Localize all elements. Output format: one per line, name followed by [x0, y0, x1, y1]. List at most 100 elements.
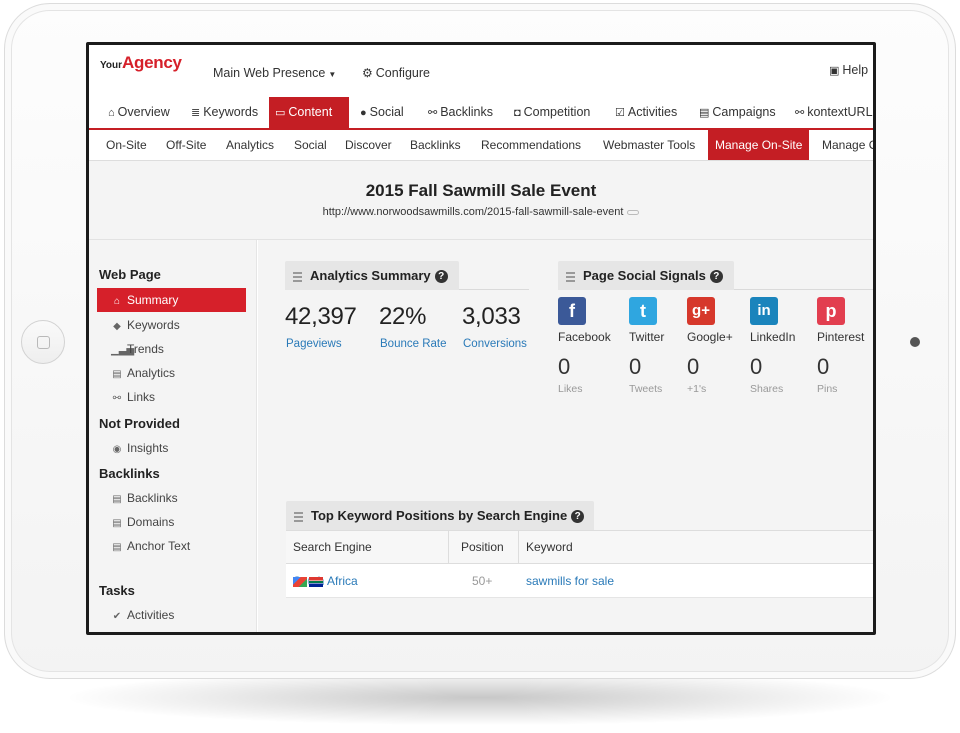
bounce-rate-label[interactable]: Bounce Rate — [380, 338, 447, 350]
help-circle-icon[interactable]: ? — [571, 510, 585, 524]
nav-overview[interactable]: ⌂ Overview — [102, 97, 176, 128]
social-count: 0 — [750, 354, 763, 379]
bounce-rate-value: 22% — [379, 303, 427, 330]
configure-button[interactable]: ⚙ Configure — [362, 66, 430, 80]
column-keyword[interactable]: Keyword — [526, 531, 573, 564]
panel-divider — [459, 289, 529, 290]
sidebar-item-summary[interactable]: ⌂ Summary — [97, 288, 246, 312]
help-button[interactable]: ▣ Help — [829, 63, 868, 77]
table-icon: ▤ — [112, 542, 122, 553]
table-icon: ▤ — [112, 518, 122, 529]
nav-label: Keywords — [203, 105, 259, 119]
column-search-engine[interactable]: Search Engine — [293, 531, 372, 564]
column-position[interactable]: Position — [461, 531, 504, 564]
subnav-backlinks[interactable]: Backlinks — [403, 130, 468, 160]
shield-icon: ◘ — [514, 107, 521, 119]
sidebar-item-keywords[interactable]: ◆ Keywords — [111, 318, 180, 332]
nav-backlinks[interactable]: ⚯ Backlinks — [422, 97, 499, 128]
nav-content[interactable]: ▭ Content — [269, 97, 349, 128]
subnav-webmaster-tools[interactable]: Webmaster Tools — [596, 130, 702, 160]
keyword-positions-table: Search Engine Position Keyword South Afr… — [286, 530, 873, 598]
sidebar-item-label: Summary — [127, 293, 179, 307]
sidebar-item-label: Domains — [127, 515, 175, 529]
subnav-on-site[interactable]: On-Site — [99, 130, 154, 160]
page-header: 2015 Fall Sawmill Sale Event http://www.… — [89, 161, 873, 240]
nav-kontexturl[interactable]: ⚯ kontextURL — [789, 97, 873, 128]
subnav-social[interactable]: Social — [287, 130, 334, 160]
sidebar-item-trends[interactable]: ▁▃▅Trends — [111, 342, 164, 356]
sidebar-item-links[interactable]: ⚯ Links — [111, 390, 155, 404]
lines-icon — [293, 270, 302, 284]
social-unit: Shares — [750, 383, 784, 395]
nav-social[interactable]: ● Social — [354, 97, 410, 128]
sidebar-heading-not-provided: Not Provided — [99, 416, 180, 431]
list-icon: ≣ — [191, 107, 201, 119]
sidebar-item-insights[interactable]: ◉ Insights — [111, 441, 169, 455]
nav-label: Social — [369, 105, 404, 119]
tablet-home-button[interactable] — [21, 320, 65, 364]
social-google-plus[interactable]: g+ Google+ 0 +1's — [687, 297, 747, 395]
monitor-icon: ▭ — [275, 107, 286, 119]
conversions-value: 3,033 — [462, 303, 521, 330]
pageviews-value: 42,397 — [285, 303, 357, 330]
web-presence-dropdown[interactable]: Main Web Presence ▼ — [213, 66, 336, 80]
sidebar-item-backlinks[interactable]: ▤ Backlinks — [111, 491, 178, 505]
subnav-manage-off-site[interactable]: Manage O — [815, 130, 873, 160]
sidebar-item-label: Insights — [127, 441, 169, 455]
sidebar-item-label: Links — [127, 390, 156, 404]
home-square-icon — [37, 336, 50, 349]
nav-activities[interactable]: ☑ Activities — [609, 97, 683, 128]
chain-link-icon — [627, 209, 640, 215]
conversions-label[interactable]: Conversions — [463, 338, 527, 350]
nav-keywords[interactable]: ≣ Keywords — [185, 97, 264, 128]
facebook-icon: f — [558, 297, 586, 325]
subnav-recommendations[interactable]: Recommendations — [474, 130, 588, 160]
social-twitter[interactable]: t Twitter 0 Tweets — [629, 297, 689, 395]
page-title: 2015 Fall Sawmill Sale Event — [365, 181, 597, 200]
subnav-analytics[interactable]: Analytics — [219, 130, 281, 160]
sidebar-item-domains[interactable]: ▤ Domains — [111, 515, 174, 529]
nav-label: Content — [288, 105, 333, 119]
sidebar-item-activities[interactable]: ✔ Activities — [111, 608, 175, 622]
nav-label: kontextURL — [807, 105, 873, 119]
logo-prefix: Your — [100, 60, 123, 71]
logo-name: Agency — [122, 53, 182, 72]
nav-label: Overview — [117, 105, 170, 119]
eye-icon: ◉ — [112, 444, 122, 455]
social-pinterest[interactable]: p Pinterest 0 Pins — [817, 297, 873, 395]
link-icon: ⚯ — [795, 107, 805, 119]
nav-campaigns[interactable]: ▤ Campaigns — [693, 97, 782, 128]
web-presence-label: Main Web Presence — [213, 66, 326, 80]
social-unit: Likes — [558, 383, 583, 395]
subnav-manage-on-site[interactable]: Manage On-Site — [708, 130, 810, 160]
sidebar-item-label: Backlinks — [127, 491, 178, 505]
link-icon: ⚯ — [428, 107, 438, 119]
position-cell: 50+ — [472, 574, 493, 588]
subnav-discover[interactable]: Discover — [338, 130, 399, 160]
subnav-off-site[interactable]: Off-Site — [159, 130, 213, 160]
book-icon: ▤ — [699, 107, 710, 119]
sidebar-item-label: Activities — [127, 608, 175, 622]
main-content: Analytics Summary? 42,397 Pageviews 22% … — [258, 240, 873, 632]
flag-icons — [293, 564, 325, 598]
top-bar: YourAgency Main Web Presence ▼ ⚙ Configure… — [89, 45, 873, 97]
social-facebook[interactable]: f Facebook 0 Likes — [558, 297, 618, 395]
table-row[interactable]: South Africa 50+ sawmills for sale — [286, 564, 873, 598]
page-url[interactable]: http://www.norwoodsawmills.com/2015-fall… — [89, 206, 873, 218]
caret-down-icon: ▼ — [328, 70, 337, 79]
pageviews-label[interactable]: Pageviews — [286, 338, 342, 350]
help-circle-icon[interactable]: ? — [434, 270, 448, 284]
help-circle-icon[interactable]: ? — [709, 270, 723, 284]
nav-competition[interactable]: ◘ Competition — [508, 97, 596, 128]
social-unit: Pins — [817, 383, 838, 395]
social-linkedin[interactable]: in LinkedIn 0 Shares — [750, 297, 810, 395]
table-icon: ▤ — [112, 369, 122, 380]
sidebar-item-analytics[interactable]: ▤ Analytics — [111, 366, 175, 380]
agency-logo[interactable]: YourAgency — [100, 53, 182, 73]
analytics-summary-title: Analytics Summary — [310, 268, 431, 283]
sidebar-item-label: Keywords — [127, 318, 180, 332]
sidebar-item-anchor-text[interactable]: ▤ Anchor Text — [111, 539, 190, 553]
engine-cell[interactable]: South Africa — [293, 564, 358, 598]
keyword-cell[interactable]: sawmills for sale — [526, 564, 614, 598]
social-name: Google+ — [687, 330, 733, 344]
